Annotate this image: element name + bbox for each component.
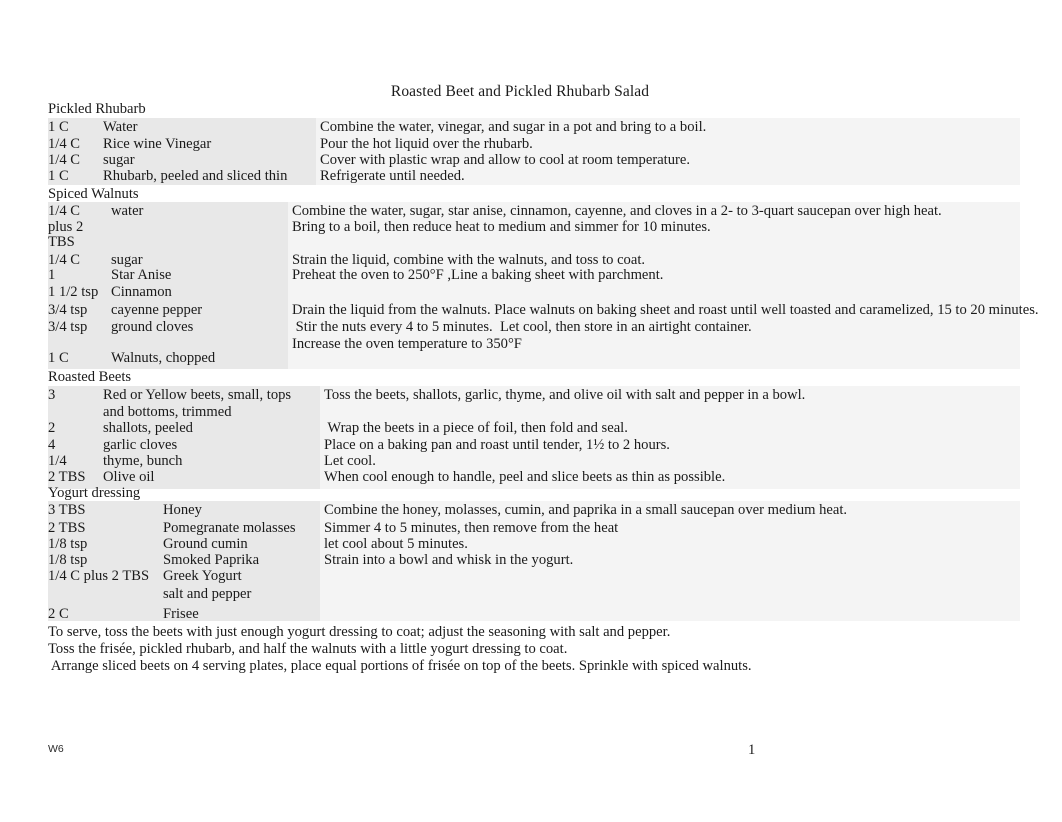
- ingredient-qty: 2: [48, 420, 56, 436]
- ingredient-qty: 1/4 C: [48, 136, 81, 152]
- instruction-line: Combine the water, vinegar, and sugar in…: [320, 119, 707, 135]
- instruction-line: Simmer 4 to 5 minutes, then remove from …: [324, 520, 619, 536]
- ingredient-qty: 1/8 tsp: [48, 552, 88, 568]
- instruction-line: Strain into a bowl and whisk in the yogu…: [324, 552, 574, 568]
- ingredient-item: cayenne pepper: [111, 302, 203, 318]
- section-heading-yogurt-dressing: Yogurt dressing: [48, 485, 141, 501]
- ingredient-item: Frisee: [163, 606, 199, 622]
- instruction-line: Increase the oven temperature to 350°F: [292, 336, 522, 352]
- ingredient-item: shallots, peeled: [103, 420, 193, 436]
- instruction-line: When cool enough to handle, peel and sli…: [324, 469, 726, 485]
- ingredient-qty: TBS: [48, 234, 75, 250]
- instruction-line: Stir the nuts every 4 to 5 minutes. Let …: [292, 319, 752, 335]
- instruction-line: Refrigerate until needed.: [320, 168, 465, 184]
- instruction-line: Preheat the oven to 250°F ,Line a baking…: [292, 267, 664, 283]
- ingredient-qty: 2 TBS: [48, 469, 86, 485]
- ingredient-qty: 1: [48, 267, 56, 283]
- instruction-line: Toss the beets, shallots, garlic, thyme,…: [324, 387, 806, 403]
- ingredient-qty: 1/8 tsp: [48, 536, 88, 552]
- ingredient-item: garlic cloves: [103, 437, 178, 453]
- ingredient-item: Ground cumin: [163, 536, 248, 552]
- instruction-line: Pour the hot liquid over the rhubarb.: [320, 136, 533, 152]
- ingredient-item: Red or Yellow beets, small, tops and bot…: [103, 387, 292, 420]
- ingredient-qty: 1 C: [48, 350, 69, 366]
- instruction-line: Combine the water, sugar, star anise, ci…: [292, 203, 942, 219]
- section-heading-roasted-beets: Roasted Beets: [48, 369, 132, 385]
- ingredient-item: Greek Yogurt: [163, 568, 242, 584]
- instruction-line: Wrap the beets in a piece of foil, then …: [324, 420, 628, 436]
- ingredient-item: thyme, bunch: [103, 453, 183, 469]
- instruction-line: Cover with plastic wrap and allow to coo…: [320, 152, 691, 168]
- document-page: Roasted Beet and Pickled Rhubarb Salad P…: [0, 0, 1062, 822]
- ingredient-qty: 1/4 C: [48, 152, 81, 168]
- closing-step: To serve, toss the beets with just enoug…: [48, 624, 671, 640]
- instruction-line: Combine the honey, molasses, cumin, and …: [324, 502, 848, 518]
- instruction-line: Let cool.: [324, 453, 376, 469]
- instruction-line: Drain the liquid from the walnuts. Place…: [292, 302, 1039, 318]
- section-heading-spiced-walnuts: Spiced Walnuts: [48, 186, 139, 202]
- document-title: Roasted Beet and Pickled Rhubarb Salad: [390, 83, 650, 100]
- ingredient-item: Pomegranate molasses: [163, 520, 296, 536]
- closing-step: Toss the frisée, pickled rhubarb, and ha…: [48, 641, 568, 657]
- ingredient-item: Walnuts, chopped: [111, 350, 216, 366]
- footer-document-code: W6: [48, 743, 64, 755]
- ingredient-qty: 1/4 C plus 2 TBS: [48, 568, 150, 584]
- instruction-line: Bring to a boil, then reduce heat to med…: [292, 219, 711, 235]
- instruction-line: let cool about 5 minutes.: [324, 536, 468, 552]
- ingredient-item: Water: [103, 119, 138, 135]
- ingredient-item: water: [111, 203, 144, 219]
- ingredient-qty: 1/4 C: [48, 203, 81, 219]
- ingredient-item: Rhubarb, peeled and sliced thin: [103, 168, 288, 184]
- ingredient-qty: 4: [48, 437, 56, 453]
- ingredient-qty: 2 C: [48, 606, 69, 622]
- ingredient-item: ground cloves: [111, 319, 194, 335]
- ingredient-qty: 1 C: [48, 168, 69, 184]
- section-heading-pickled-rhubarb: Pickled Rhubarb: [48, 101, 146, 117]
- ingredient-qty: 3/4 tsp: [48, 302, 88, 318]
- ingredient-qty: 2 TBS: [48, 520, 86, 536]
- ingredient-item: Honey: [163, 502, 202, 518]
- ingredient-qty: 1 C: [48, 119, 69, 135]
- instruction-line: Place on a baking pan and roast until te…: [324, 437, 670, 453]
- footer-page-number: 1: [748, 742, 756, 758]
- ingredient-qty: 1 1/2 tsp: [48, 284, 99, 300]
- ingredient-item: Olive oil: [103, 469, 155, 485]
- ingredient-item: Rice wine Vinegar: [103, 136, 212, 152]
- ingredient-item: sugar: [103, 152, 135, 168]
- ingredient-item: Cinnamon: [111, 284, 172, 300]
- ingredient-item: Star Anise: [111, 267, 172, 283]
- closing-step: Arrange sliced beets on 4 serving plates…: [48, 658, 752, 674]
- ingredient-qty: 3/4 tsp: [48, 319, 88, 335]
- ingredient-qty: 3: [48, 387, 56, 403]
- ingredient-qty: 3 TBS: [48, 502, 86, 518]
- ingredient-item: salt and pepper: [163, 586, 252, 602]
- ingredient-qty: 1/4: [48, 453, 67, 469]
- ingredient-item: Smoked Paprika: [163, 552, 260, 568]
